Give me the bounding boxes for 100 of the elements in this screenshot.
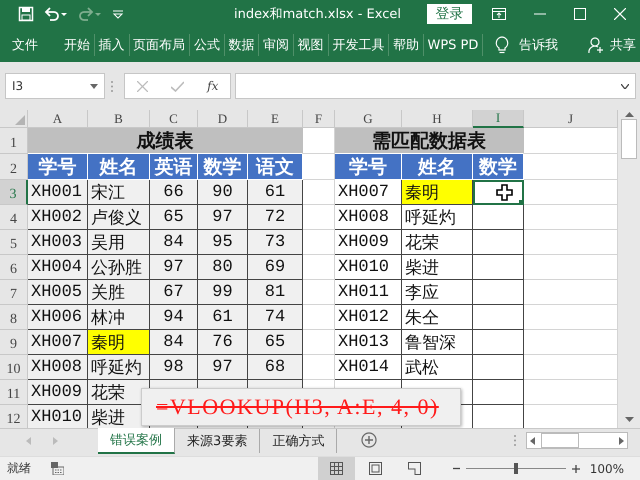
row-header[interactable]: 2 [0,154,28,180]
table-cell[interactable]: 呼延灼 [88,355,150,380]
column-header[interactable]: F [303,110,335,128]
column-title[interactable]: 数学 [198,154,248,180]
column-header[interactable]: H [402,110,473,128]
table-cell[interactable]: 林冲 [88,305,150,330]
row-header[interactable]: 4 [0,205,28,230]
dropdown-icon[interactable] [90,84,98,88]
row-header[interactable]: 3 [0,180,28,205]
table-cell[interactable]: XH004 [28,255,88,280]
select-all-icon[interactable] [15,115,25,125]
table-cell[interactable]: 李应 [402,280,473,305]
column-title[interactable]: 学号 [335,154,402,180]
column-header[interactable]: J [524,110,618,128]
login-button[interactable]: 登录 [427,4,472,24]
ribbon-tab[interactable]: 公式 [190,35,224,55]
table-title[interactable]: 成绩表 [28,128,303,154]
scroll-down-icon[interactable] [624,417,634,422]
insert-function-button[interactable]: fx [207,79,218,93]
table-cell[interactable]: 花荣 [88,380,150,405]
table-cell[interactable]: 98 [150,355,198,380]
table-cell[interactable]: 68 [248,355,303,380]
table-title[interactable]: 需匹配数据表 [335,128,524,154]
close-icon[interactable] [614,8,626,20]
row-header[interactable]: 11 [0,380,28,405]
table-cell[interactable]: 66 [150,180,198,205]
row-header[interactable]: 8 [0,305,28,330]
formula-input[interactable] [235,73,636,99]
table-cell[interactable]: 67 [150,280,198,305]
column-title[interactable]: 学号 [28,154,88,180]
table-cell[interactable]: 柴进 [402,255,473,280]
table-cell[interactable]: 朱仝 [402,305,473,330]
table-cell[interactable]: 61 [248,180,303,205]
table-cell[interactable]: 97 [198,355,248,380]
table-cell[interactable]: XH013 [335,330,402,355]
table-cell[interactable]: 吴用 [88,230,150,255]
horizontal-scrollbar[interactable] [526,432,628,449]
zoom-in-icon[interactable] [572,464,580,472]
page-break-icon[interactable] [408,462,421,475]
table-cell[interactable]: XH003 [28,230,88,255]
table-cell[interactable]: 关胜 [88,280,150,305]
scroll-left-icon[interactable] [530,436,535,444]
table-cell[interactable]: XH010 [335,255,402,280]
row-header[interactable]: 5 [0,230,28,255]
check-icon[interactable] [170,80,184,92]
ribbon-display-icon[interactable] [492,8,506,20]
column-header[interactable]: A [28,110,88,128]
table-cell[interactable]: 80 [198,255,248,280]
table-cell[interactable]: 74 [248,305,303,330]
table-cell[interactable]: 99 [198,280,248,305]
table-cell[interactable]: 65 [150,205,198,230]
column-header[interactable]: C [150,110,198,128]
column-header[interactable]: B [88,110,150,128]
column-header[interactable]: I [473,110,524,128]
tell-me-button[interactable]: 告诉我 [515,35,562,55]
ribbon-tab[interactable]: 开发工具 [328,35,388,55]
column-title[interactable]: 语文 [248,154,303,180]
normal-view-icon[interactable] [330,462,343,475]
table-cell[interactable]: 秦明 [402,180,473,205]
ribbon-tab[interactable]: 审阅 [259,35,294,55]
ribbon-tab[interactable]: 开始 [60,35,94,55]
table-cell[interactable]: XH008 [28,355,88,380]
table-cell[interactable]: XH008 [335,205,402,230]
column-header[interactable]: D [198,110,248,128]
ribbon-tab[interactable]: 帮助 [388,35,423,55]
ribbon-tab[interactable]: 页面布局 [129,35,190,55]
table-cell[interactable]: 69 [248,255,303,280]
maximize-icon[interactable] [574,8,586,20]
table-cell[interactable]: XH010 [28,405,88,428]
ribbon-tab[interactable]: 数据 [224,35,258,55]
row-header[interactable]: 9 [0,330,28,355]
table-cell[interactable]: 72 [248,205,303,230]
row-header[interactable]: 7 [0,280,28,305]
table-cell[interactable]: XH007 [335,180,402,205]
ribbon-tab[interactable]: 文件 [8,35,42,55]
redo-icon[interactable] [78,6,102,22]
row-header[interactable]: 12 [0,405,28,428]
ribbon-tab[interactable]: 视图 [294,35,328,55]
page-layout-icon[interactable] [368,462,382,475]
table-cell[interactable]: 卢俊义 [88,205,150,230]
row-header[interactable]: 1 [0,128,28,154]
table-cell[interactable]: 花荣 [402,230,473,255]
table-cell[interactable]: 65 [248,330,303,355]
zoom-slider-thumb[interactable] [514,463,518,474]
column-title[interactable]: 英语 [150,154,198,180]
table-cell[interactable]: 鲁智深 [402,330,473,355]
column-title[interactable]: 姓名 [402,154,473,180]
table-cell[interactable]: XH012 [335,305,402,330]
name-box[interactable]: I3 [5,73,105,99]
customize-icon[interactable] [112,8,124,20]
undo-icon[interactable] [44,6,68,22]
zoom-out-icon[interactable] [452,465,460,472]
table-cell[interactable]: XH006 [28,305,88,330]
table-cell[interactable]: 97 [150,255,198,280]
table-cell[interactable]: XH009 [28,380,88,405]
macro-record-icon[interactable] [51,462,64,475]
table-cell[interactable]: 76 [198,330,248,355]
scroll-right-icon[interactable] [619,436,624,444]
table-cell[interactable]: XH001 [28,180,88,205]
table-cell[interactable]: XH005 [28,280,88,305]
